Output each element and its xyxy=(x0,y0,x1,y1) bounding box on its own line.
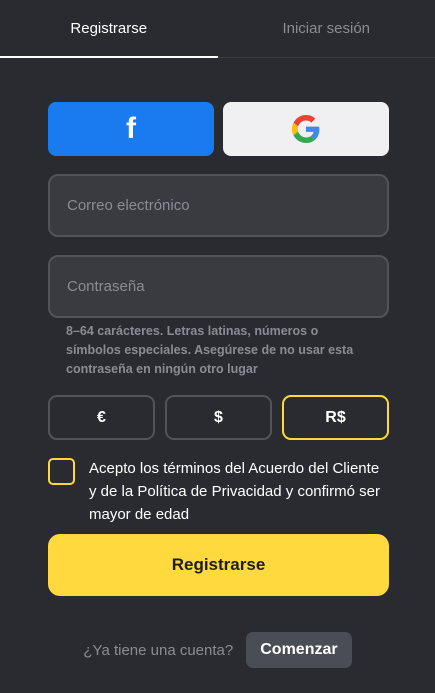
tab-register-label: Registrarse xyxy=(70,20,148,37)
register-submit-label: Registrarse xyxy=(171,555,266,574)
login-prompt-text: ¿Ya tiene una cuenta? xyxy=(83,641,234,659)
currency-option-usd[interactable]: $ xyxy=(165,395,272,440)
password-field[interactable] xyxy=(48,255,389,318)
currency-option-eur[interactable]: € xyxy=(48,395,155,440)
auth-tabs: Registrarse Iniciar sesión xyxy=(0,0,435,58)
register-submit-button[interactable]: Registrarse xyxy=(48,534,389,596)
email-input[interactable] xyxy=(67,197,387,214)
tab-register[interactable]: Registrarse xyxy=(0,0,218,58)
terms-label: Acepto los términos del Acuerdo del Clie… xyxy=(89,460,380,523)
password-hint: 8–64 carácteres. Letras latinas, números… xyxy=(66,324,354,376)
facebook-icon: f xyxy=(126,112,136,145)
social-login-buttons: f xyxy=(48,102,389,156)
google-icon xyxy=(292,115,320,143)
terms-agreement: Acepto los términos del Acuerdo del Clie… xyxy=(48,458,389,526)
terms-checkbox[interactable] xyxy=(48,458,75,485)
login-begin-button[interactable]: Comenzar xyxy=(246,632,352,668)
login-begin-label: Comenzar xyxy=(260,641,338,658)
currency-selector: € $ R$ xyxy=(48,395,389,440)
login-prompt: ¿Ya tiene una cuenta? Comenzar xyxy=(0,632,435,668)
google-login-button[interactable] xyxy=(223,102,389,156)
email-field[interactable] xyxy=(48,174,389,237)
facebook-login-button[interactable]: f xyxy=(48,102,214,156)
password-input[interactable] xyxy=(67,278,387,295)
tab-login-label: Iniciar sesión xyxy=(282,20,371,37)
currency-option-brl[interactable]: R$ xyxy=(282,395,389,440)
tab-login[interactable]: Iniciar sesión xyxy=(218,0,435,57)
